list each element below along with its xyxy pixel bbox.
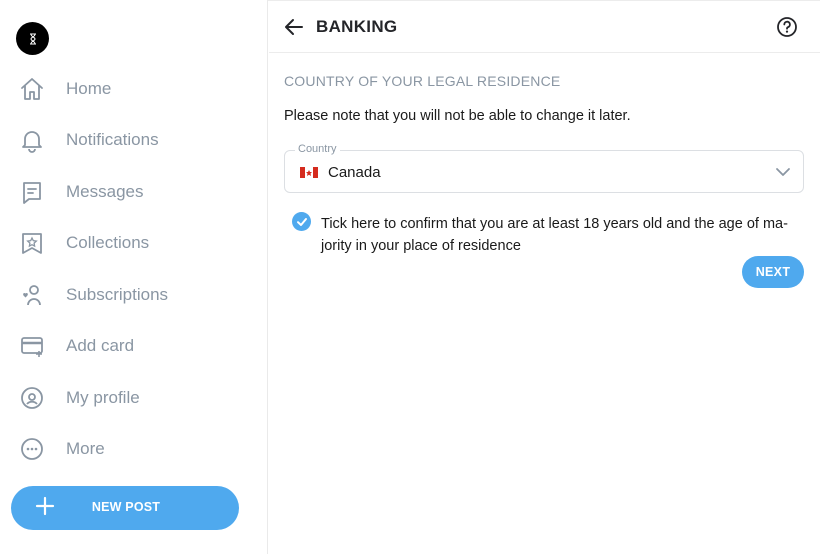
sidebar-item-add-card[interactable]: Add card [0, 323, 268, 369]
sidebar-item-label: My profile [66, 388, 140, 407]
profile-icon [18, 384, 46, 412]
chevron-down-icon [775, 164, 791, 180]
sidebar-item-label: Notifications [66, 130, 159, 149]
bell-icon [18, 126, 46, 154]
sidebar-item-more[interactable]: More [0, 426, 268, 472]
sidebar-item-label: Collections [66, 233, 150, 252]
sidebar-item-collections[interactable]: Collections [0, 220, 268, 266]
age-confirm-checkbox[interactable] [292, 212, 311, 231]
sidebar-item-label: More [66, 439, 105, 458]
message-icon [18, 178, 46, 206]
sidebar-item-notifications[interactable]: Notifications [0, 117, 268, 163]
sidebar-item-messages[interactable]: Messages [0, 169, 268, 215]
hourglass-icon [29, 33, 36, 44]
sidebar: Home Notifications Messages Collections … [0, 0, 268, 554]
sidebar-item-subscriptions[interactable]: Subscriptions [0, 272, 268, 318]
sidebar-item-label: Subscriptions [66, 285, 169, 304]
more-icon [18, 435, 46, 463]
avatar[interactable] [16, 22, 49, 55]
help-icon[interactable] [776, 16, 798, 38]
canada-flag-icon [300, 167, 318, 178]
page-header: BANKING [269, 0, 820, 53]
next-button[interactable]: NEXT [742, 256, 804, 288]
sidebar-item-home[interactable]: Home [0, 66, 268, 112]
sidebar-item-my-profile[interactable]: My profile [0, 375, 268, 421]
country-select[interactable]: Country Canada [284, 143, 804, 193]
back-arrow-icon[interactable] [283, 16, 305, 38]
section-title: COUNTRY OF YOUR LEGAL RESIDENCE [284, 73, 561, 89]
country-label: Country [295, 143, 340, 155]
check-icon [296, 217, 307, 226]
card-plus-icon [18, 332, 46, 360]
page-title: BANKING [316, 17, 398, 36]
residence-note: Please note that you will not be able to… [284, 108, 631, 124]
sidebar-item-label: Messages [66, 182, 144, 201]
main-content: BANKING COUNTRY OF YOUR LEGAL RESIDENCE … [269, 0, 820, 554]
country-value: Canada [328, 164, 381, 181]
bookmark-icon [18, 229, 46, 257]
age-confirm-text[interactable]: Tick here to confirm that you are at lea… [321, 213, 801, 257]
home-icon [18, 75, 46, 103]
sidebar-item-label: Home [66, 79, 112, 98]
new-post-label: NEW POST [91, 500, 161, 514]
new-post-button[interactable]: NEW POST [11, 486, 239, 530]
sidebar-item-label: Add card [66, 336, 135, 355]
user-heart-icon [18, 281, 46, 309]
